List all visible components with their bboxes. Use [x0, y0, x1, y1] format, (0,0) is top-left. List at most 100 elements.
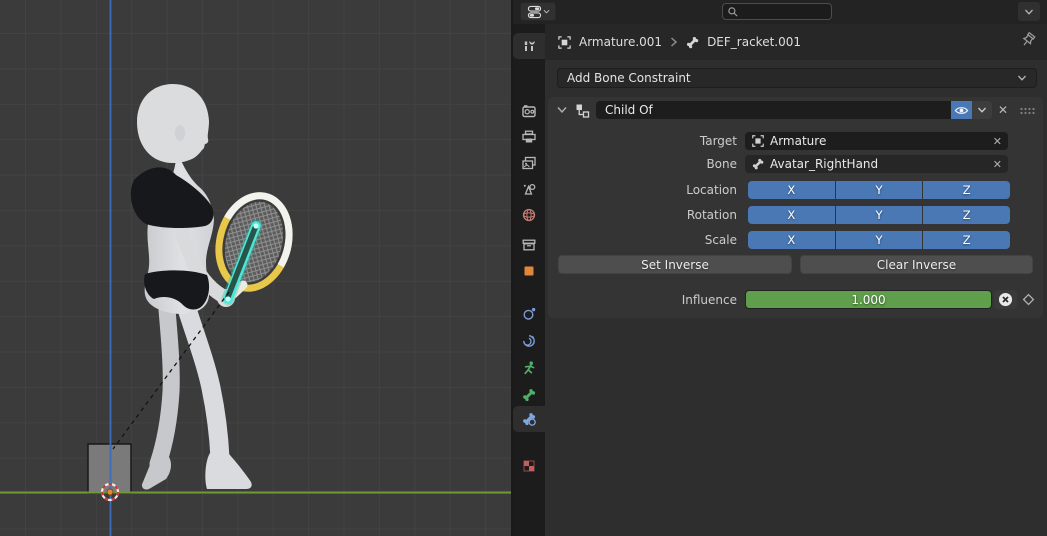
properties-editor-icon	[527, 5, 542, 19]
tab-armature-data[interactable]	[513, 355, 545, 381]
bone-constraint-icon	[521, 411, 537, 427]
scale-z-toggle[interactable]: Z	[923, 231, 1010, 249]
clear-inverse-button[interactable]: Clear Inverse	[800, 255, 1033, 274]
scale-row: Scale X Y Z	[548, 231, 1043, 249]
rotation-z-toggle[interactable]: Z	[923, 206, 1010, 224]
scale-x-toggle[interactable]: X	[748, 231, 835, 249]
influence-slider[interactable]: 1.000	[745, 290, 992, 309]
location-x-toggle[interactable]: X	[748, 181, 835, 199]
tab-view-layer[interactable]	[513, 150, 545, 176]
target-label: Target	[548, 134, 737, 148]
breadcrumb-bone-name[interactable]: DEF_racket.001	[707, 35, 801, 49]
images-icon	[521, 155, 537, 171]
search-input[interactable]	[742, 4, 827, 19]
target-value: Armature	[770, 134, 826, 148]
bone-icon	[685, 35, 700, 50]
constraint-extras-button[interactable]	[972, 101, 992, 119]
chevron-down-icon	[977, 106, 987, 114]
tab-scene[interactable]	[513, 176, 545, 202]
blender-window: Armature.001 DEF_racket.001	[0, 0, 1047, 536]
properties-editor: Armature.001 DEF_racket.001	[513, 0, 1047, 536]
chevron-down-icon	[1017, 74, 1027, 82]
tab-tool[interactable]	[513, 33, 545, 59]
constraint-name: Child Of	[605, 103, 653, 117]
3d-viewport[interactable]	[0, 0, 511, 536]
tab-texture[interactable]	[513, 453, 545, 479]
rotation-y-toggle[interactable]: Y	[836, 206, 923, 224]
tab-render[interactable]	[513, 98, 545, 124]
bone-icon	[521, 387, 537, 403]
constraint-icon	[521, 333, 537, 349]
tab-object-constraints[interactable]	[513, 328, 545, 354]
render-icon	[521, 103, 537, 119]
location-z-toggle[interactable]: Z	[923, 181, 1010, 199]
object-icon	[557, 35, 572, 50]
tab-collection[interactable]	[513, 232, 545, 258]
bone-clear-button[interactable]: ✕	[993, 158, 1002, 171]
influence-row: Influence 1.000	[548, 290, 1043, 309]
collection-box-icon	[521, 237, 537, 253]
keyframe-decorator-icon[interactable]	[1021, 292, 1036, 307]
constraint-enable-button[interactable]	[951, 101, 972, 119]
bone-icon	[751, 157, 765, 171]
tab-bone[interactable]	[513, 382, 545, 408]
tool-icon	[521, 38, 537, 54]
breadcrumb-object-name[interactable]: Armature.001	[579, 35, 662, 49]
scale-y-toggle[interactable]: Y	[836, 231, 923, 249]
rotation-label: Rotation	[548, 208, 737, 222]
bone-constraints-content: Add Bone Constraint Child Of	[545, 60, 1047, 536]
bone-value: Avatar_RightHand	[770, 157, 878, 171]
influence-label: Influence	[548, 293, 737, 307]
search-box[interactable]	[722, 3, 832, 20]
tab-object[interactable]	[513, 258, 545, 284]
armature-runner-icon	[521, 360, 537, 376]
rotation-x-toggle[interactable]: X	[748, 206, 835, 224]
target-field[interactable]: Armature ✕	[745, 132, 1008, 150]
location-label: Location	[548, 183, 737, 197]
texture-checker-icon	[521, 458, 537, 474]
circle-x-icon	[998, 292, 1013, 307]
pushpin-icon	[1019, 32, 1037, 51]
panel-expand-icon[interactable]	[556, 104, 568, 116]
object-origin-dot	[107, 489, 113, 495]
scene-icon	[521, 181, 537, 197]
constraint-panel-header: Child Of ✕	[548, 97, 1043, 123]
child-of-constraint-panel: Child Of ✕	[548, 97, 1043, 318]
bone-row: Bone Avatar_RightHand ✕	[548, 155, 1043, 173]
object-icon	[521, 263, 537, 279]
location-row: Location X Y Z	[548, 181, 1043, 199]
tab-output[interactable]	[513, 124, 545, 150]
properties-tab-strip	[513, 24, 545, 536]
chevron-down-icon	[1024, 8, 1034, 16]
properties-header	[513, 0, 1047, 24]
tab-world[interactable]	[513, 202, 545, 228]
chevron-right-icon	[669, 36, 678, 48]
header-menu-button[interactable]	[1018, 2, 1040, 21]
target-clear-button[interactable]: ✕	[993, 135, 1002, 148]
influence-clear-driver-button[interactable]	[994, 290, 1017, 309]
set-inverse-button[interactable]: Set Inverse	[558, 255, 792, 274]
root-bone-box[interactable]	[88, 444, 131, 493]
constraint-delete-button[interactable]: ✕	[994, 101, 1012, 119]
constraint-name-field[interactable]: Child Of	[596, 101, 951, 119]
rotation-row: Rotation X Y Z	[548, 206, 1043, 224]
breadcrumb: Armature.001 DEF_racket.001	[545, 24, 1047, 60]
add-bone-constraint-button[interactable]: Add Bone Constraint	[557, 68, 1037, 88]
child-of-icon	[574, 102, 591, 119]
drag-handle-icon[interactable]	[1019, 106, 1036, 116]
tab-bone-constraints[interactable]	[513, 406, 545, 432]
physics-icon	[521, 306, 537, 322]
bone-label: Bone	[548, 157, 737, 171]
editor-type-button[interactable]	[520, 2, 556, 21]
object-icon	[751, 134, 765, 148]
world-icon	[521, 207, 537, 223]
chevron-down-icon	[543, 8, 550, 15]
printer-icon	[521, 129, 537, 145]
target-row: Target Armature ✕	[548, 132, 1043, 150]
scale-label: Scale	[548, 233, 737, 247]
tab-physics[interactable]	[513, 301, 545, 327]
bone-field[interactable]: Avatar_RightHand ✕	[745, 155, 1008, 173]
eye-icon	[954, 104, 969, 117]
location-y-toggle[interactable]: Y	[836, 181, 923, 199]
pin-id-button[interactable]	[1019, 32, 1037, 55]
